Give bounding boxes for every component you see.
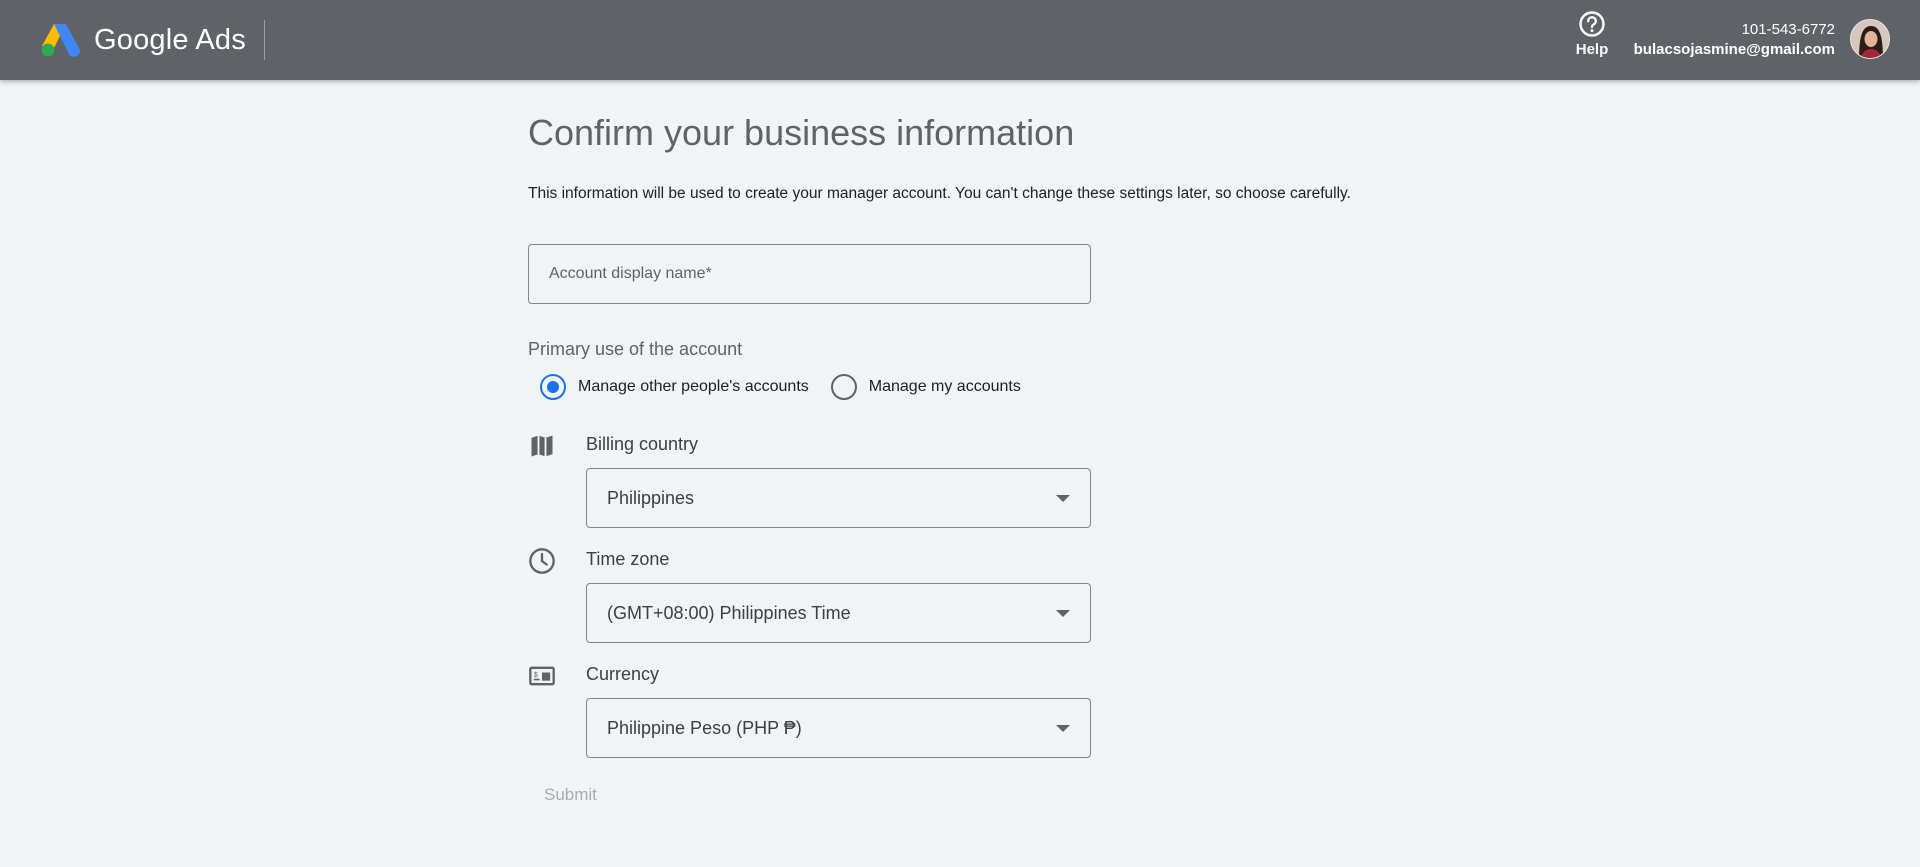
- brand-name[interactable]: Google Ads: [94, 22, 246, 58]
- account-info[interactable]: 101-543-6772 bulacsojasmine@gmail.com: [1634, 20, 1835, 60]
- svg-text:$: $: [534, 672, 538, 679]
- page-description: This information will be used to create …: [528, 185, 1351, 202]
- avatar-image-icon: [1851, 20, 1889, 58]
- radio-option-manage-mine[interactable]: Manage my accounts: [830, 374, 1021, 400]
- dropdown-arrow-icon: [1056, 609, 1070, 617]
- primary-use-radio-group: Manage other people's accounts Manage my…: [540, 374, 1043, 400]
- clock-icon: [529, 548, 555, 574]
- radio-label: Manage other people's accounts: [578, 378, 809, 395]
- billing-country-label: Billing country: [586, 434, 699, 454]
- currency-value: Philippine Peso (PHP ₱): [607, 717, 802, 738]
- submit-button[interactable]: Submit: [528, 777, 618, 813]
- help-icon: [1579, 11, 1605, 37]
- google-ads-logo-icon[interactable]: [40, 20, 82, 58]
- account-email: bulacsojasmine@gmail.com: [1633, 41, 1835, 58]
- currency-label: Currency: [586, 664, 660, 684]
- time-zone-select[interactable]: (GMT+08:00) Philippines Time: [586, 583, 1091, 643]
- page-title: Confirm your business information: [528, 112, 1075, 153]
- help-label: Help: [1575, 41, 1609, 58]
- primary-use-label: Primary use of the account: [528, 339, 743, 359]
- avatar[interactable]: [1850, 19, 1890, 59]
- radio-option-manage-others[interactable]: Manage other people's accounts: [540, 374, 809, 400]
- billing-country-select[interactable]: Philippines: [586, 468, 1091, 528]
- map-icon: [531, 435, 553, 457]
- help-button[interactable]: Help: [1572, 10, 1612, 62]
- top-app-bar: Google Ads Help 101-543-6772 bulacsojasm…: [0, 0, 1920, 80]
- account-display-name-input[interactable]: [528, 244, 1091, 304]
- brand-divider: [264, 20, 265, 60]
- currency-card-icon: $: [529, 666, 555, 686]
- radio-button-unchecked[interactable]: [830, 374, 857, 400]
- dropdown-arrow-icon: [1056, 494, 1070, 502]
- billing-country-value: Philippines: [607, 487, 695, 508]
- account-id: 101-543-6772: [1741, 21, 1835, 38]
- currency-select[interactable]: Philippine Peso (PHP ₱): [586, 698, 1091, 758]
- radio-button-checked[interactable]: [540, 374, 566, 400]
- time-zone-value: (GMT+08:00) Philippines Time: [607, 602, 851, 623]
- time-zone-label: Time zone: [586, 549, 670, 569]
- dropdown-arrow-icon: [1056, 724, 1070, 732]
- radio-label: Manage my accounts: [868, 378, 1021, 395]
